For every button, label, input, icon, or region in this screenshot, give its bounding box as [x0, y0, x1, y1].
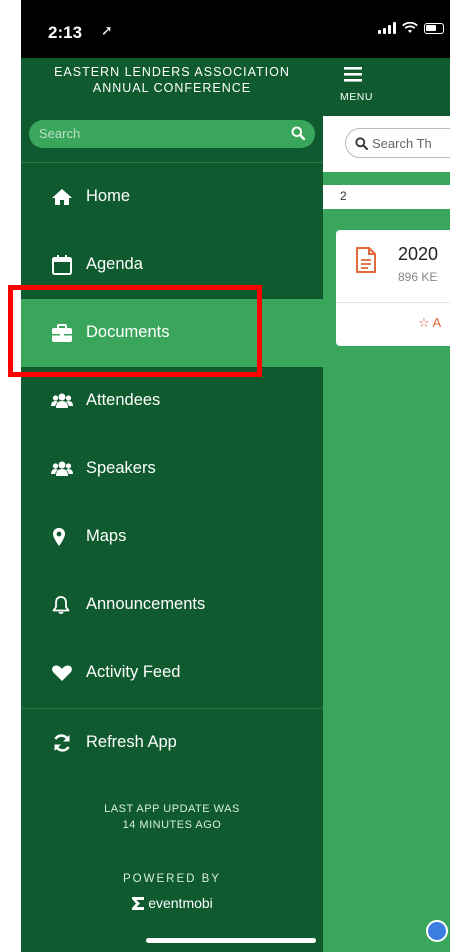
home-icon [52, 189, 72, 205]
checkmark-badge-icon [426, 920, 448, 942]
document-size: 896 KE [398, 270, 438, 284]
heart-icon [52, 665, 72, 681]
wifi-icon [402, 22, 418, 33]
sidebar-item-label: Activity Feed [86, 663, 181, 681]
users-icon [51, 393, 73, 408]
sidebar-item-label: Announcements [86, 595, 206, 613]
sidebar-item-label: Refresh App [86, 733, 177, 751]
highlight-box [8, 285, 262, 377]
status-bar: 2:13 ➚ [21, 0, 450, 58]
signal-icon [378, 22, 396, 34]
last-update-text: LAST APP UPDATE WAS 14 MINUTES AGO [21, 801, 323, 833]
sidebar-item-activity-feed[interactable]: Activity Feed [21, 639, 323, 707]
result-count: 2 [340, 189, 347, 203]
sidebar-item-attendees[interactable]: Attendees [21, 367, 323, 435]
sidebar-item-label: Speakers [86, 459, 156, 477]
content-header: MENU [323, 58, 450, 116]
sidebar-item-label: Maps [86, 527, 127, 545]
documents-search-input[interactable]: Search Th [345, 128, 450, 158]
add-to-favorites-button[interactable]: ☆ A [418, 315, 441, 331]
bell-icon [52, 596, 70, 615]
eventmobi-logo: eventmobi [21, 895, 323, 911]
hamburger-menu-icon[interactable] [344, 66, 362, 82]
eventmobi-logo-icon [132, 896, 145, 910]
battery-icon [424, 22, 444, 34]
document-title: 2020 [398, 244, 439, 264]
sidebar-search-input[interactable]: Search [29, 120, 315, 148]
last-update-line2: 14 MINUTES AGO [122, 819, 222, 831]
document-icon [356, 247, 376, 273]
sidebar-item-maps[interactable]: Maps [21, 503, 323, 571]
result-count-bar: 2 [323, 185, 450, 209]
content-panel: MENU Search Th 2 2020 896 KE ☆ A [323, 58, 450, 952]
conference-title-line2: ANNUAL CONFERENCE [92, 81, 252, 95]
sidebar-item-label: Attendees [86, 391, 161, 409]
status-time: 2:13 [48, 23, 83, 42]
map-pin-icon [53, 528, 65, 546]
search-icon [355, 137, 368, 150]
powered-by-label: POWERED BY [123, 873, 221, 885]
brand-name: eventmobi [148, 895, 213, 911]
divider [336, 302, 450, 303]
status-icons [378, 22, 444, 34]
sidebar-item-refresh-app[interactable]: Refresh App [21, 709, 323, 777]
menu-label[interactable]: MENU [340, 91, 373, 103]
search-placeholder: Search Th [372, 136, 432, 151]
sidebar: EASTERN LENDERS ASSOCIATION ANNUAL CONFE… [21, 58, 323, 952]
sidebar-item-home[interactable]: Home [21, 163, 323, 231]
document-card[interactable]: 2020 896 KE ☆ A [336, 230, 450, 346]
last-update-line1: LAST APP UPDATE WAS [104, 803, 240, 815]
location-arrow-icon: ➚ [101, 22, 113, 38]
home-indicator[interactable] [146, 938, 316, 943]
search-placeholder: Search [39, 126, 81, 141]
calendar-icon [52, 255, 72, 275]
sidebar-item-label: Home [86, 187, 131, 205]
sidebar-item-speakers[interactable]: Speakers [21, 435, 323, 503]
conference-title-line1: EASTERN LENDERS ASSOCIATION [54, 65, 290, 79]
conference-title: EASTERN LENDERS ASSOCIATION ANNUAL CONFE… [21, 64, 323, 96]
sidebar-item-announcements[interactable]: Announcements [21, 571, 323, 639]
search-icon [291, 126, 305, 140]
users-icon [51, 461, 73, 476]
refresh-icon [54, 734, 70, 752]
app-screen: 2:13 ➚ EASTERN LENDERS ASSOCIATION ANNUA… [21, 0, 450, 952]
sidebar-item-label: Agenda [86, 255, 143, 273]
